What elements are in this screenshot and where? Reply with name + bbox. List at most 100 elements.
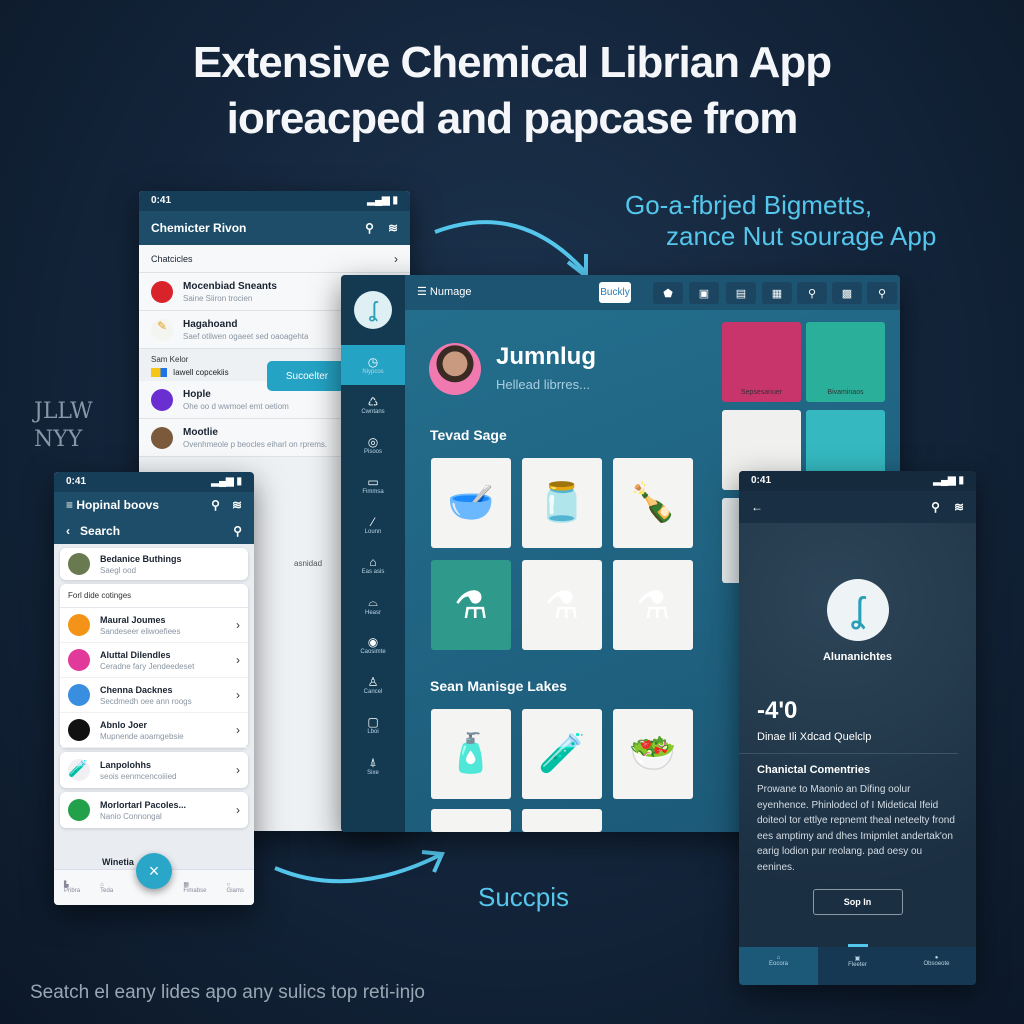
sidebar-item[interactable]: ♙ Cancel <box>341 665 405 705</box>
tooltip-button[interactable]: Sucoelter <box>267 361 347 391</box>
profile-sub: Hellead librres... <box>496 377 590 392</box>
list-item[interactable]: Chenna Dacknes Secdmedh oee ann roogs › <box>60 678 248 713</box>
phone-hopinal: 0:41 ▂▄▆ ▮ ≡ Hopinal boovs ⚲ ≋ ‹ Search ⚲ Be… <box>54 472 254 905</box>
tab[interactable]: ▙ Pribra <box>64 881 80 894</box>
sidebar-item[interactable]: ◎ Pisoos <box>341 425 405 465</box>
search-icon[interactable]: ⚲ <box>211 498 220 512</box>
arrow-top <box>434 220 587 274</box>
nav-icon: ⍋ <box>369 754 377 769</box>
nav-label: Sixe <box>367 769 379 776</box>
sidebar-item[interactable]: ⌂ Eas asis <box>341 545 405 585</box>
image-tile[interactable]: Bivaminaos <box>806 322 885 402</box>
list-item[interactable]: Bedanice Buthings Saegl ood <box>60 548 248 580</box>
nav-icon: ◉ <box>367 635 379 649</box>
list-item-partial[interactable]: Winetia <box>102 857 134 867</box>
folder-icon <box>151 368 167 377</box>
profile-name: Alunanichtes <box>822 651 893 663</box>
sidebar-item[interactable]: ◷ Niypcos <box>341 345 405 385</box>
tab[interactable]: ○ Giams <box>227 882 244 894</box>
tab-store[interactable]: ▣ Fleeter <box>818 947 897 985</box>
wifi-icon[interactable]: ≋ <box>388 221 398 235</box>
tab-profile[interactable]: ● Obsoeote <box>897 947 976 985</box>
status-time: 0:41 <box>66 476 87 487</box>
chevron-right-icon: › <box>236 688 240 702</box>
product-tile[interactable]: 🧴 <box>431 709 511 799</box>
list-item[interactable]: Morlortarl Pacoles... Nanio Connongal › <box>60 792 248 828</box>
search-icon[interactable]: ⚲ <box>797 282 827 304</box>
signal-icon: ▂▄▆ ▮ <box>367 195 398 206</box>
section-title: Tevad Sage <box>430 427 507 443</box>
nav-label: Eas asis <box>361 569 385 575</box>
chart-icon[interactable]: ▤ <box>726 282 756 304</box>
image-tile[interactable]: Sepsesanuer <box>722 322 801 402</box>
product-tile[interactable]: 🍾 <box>613 458 693 548</box>
sidebar-item[interactable]: ⁄ Lounn <box>341 505 405 545</box>
back-icon[interactable]: ← <box>751 500 763 514</box>
section-header[interactable]: Chatcicles › <box>139 245 410 273</box>
sidebar-item[interactable]: ♺ Cwntans <box>341 385 405 425</box>
tab-home[interactable]: ⌂ Eocora <box>739 947 818 985</box>
sidebar-item[interactable]: ⌓ Heasr <box>341 585 405 625</box>
sidebar-item[interactable]: ◉ Caosimte <box>341 625 405 665</box>
footer-text: Seatch el eany lides apo any sulics top … <box>30 982 426 1003</box>
calendar-icon[interactable]: ▣ <box>689 282 719 304</box>
nav-icon: ⌂ <box>369 555 377 569</box>
profile-avatar <box>429 343 481 395</box>
nav-icon: ♺ <box>367 395 379 409</box>
success-label: Succpis <box>478 882 570 912</box>
nav-icon: ◷ <box>367 355 379 369</box>
product-tile[interactable] <box>522 809 602 832</box>
top-button[interactable]: Buckly <box>599 282 631 303</box>
tab[interactable]: ▦ Fimabse <box>183 881 206 894</box>
nav-label: Fimmsa <box>362 489 384 495</box>
sidebar-item[interactable]: ▢ Lboi <box>341 705 405 745</box>
list-item[interactable]: Maural Joumes Sandeseer eliwoefiees › <box>60 608 248 643</box>
extra-label: asnidad <box>294 559 323 568</box>
product-tile[interactable] <box>431 809 511 832</box>
product-tile[interactable]: 🫙 <box>522 458 602 548</box>
list-item[interactable]: Aluttal Dilendles Ceradne fary Jendeedese… <box>60 643 248 678</box>
product-tile[interactable]: 🥗 <box>613 709 693 799</box>
nav-icon: ▭ <box>367 475 379 489</box>
avatar <box>68 649 90 671</box>
tab[interactable]: ⌂ Teda <box>100 882 113 894</box>
avatar <box>68 719 90 741</box>
list-group: Forl dide cotinges Maural Joumes Sandesee… <box>60 584 248 748</box>
search-bar[interactable]: ‹ Search ⚲ <box>54 518 254 544</box>
sidebar-item[interactable]: ▭ Fimmsa <box>341 465 405 505</box>
menu-title[interactable]: ☰ Numage <box>417 285 472 298</box>
wifi-icon[interactable]: ≋ <box>954 500 964 514</box>
search-icon[interactable]: ⚲ <box>365 221 374 235</box>
product-tile[interactable]: 🥣 <box>431 458 511 548</box>
search-icon: ⚲ <box>233 524 242 538</box>
list-item[interactable]: 🧪 Lanpolohhs seois eenmcencoiiied › <box>60 752 248 788</box>
wifi-icon[interactable]: ≋ <box>232 498 242 512</box>
stat-label: Dinae Ili Xdcad Quelclp <box>739 731 958 754</box>
list-item[interactable]: Abnlo Joer Mupnende aoamgebsie › <box>60 713 248 748</box>
sidebar: ʆ ◷ Niypcos ♺ Cwntans ◎ Pisoos ▭ Fimmsa ⁄ Lounn ⌂ E… <box>341 275 405 832</box>
section-title: Chanictal Comentries <box>757 764 871 776</box>
nav-label: Cancel <box>363 689 383 695</box>
search-icon[interactable]: ⚲ <box>867 282 897 304</box>
sign-in-button[interactable]: Sop In <box>812 889 903 915</box>
app-logo: ʆ <box>354 291 392 329</box>
chevron-right-icon: › <box>236 618 240 632</box>
image-icon[interactable]: ▦ <box>762 282 792 304</box>
sidebar-item[interactable]: ⍋ Sixe <box>341 745 405 785</box>
phone-detail: 0:41 ▂▄▆ ▮ ← ⚲ ≋ ʆ Alunanichtes -4'0 Dinae … <box>739 471 976 985</box>
product-tile[interactable]: ⚗ <box>613 560 693 650</box>
bag-icon[interactable]: ▩ <box>832 282 862 304</box>
nav-icon: ◎ <box>367 435 379 449</box>
product-tile[interactable]: 🧪 <box>522 709 602 799</box>
product-tile[interactable]: ⚗ <box>522 560 602 650</box>
app-title: Chemicter Rivon <box>151 221 247 235</box>
close-fab-button[interactable]: × <box>136 853 172 889</box>
nav-label: Niypcos <box>362 369 384 375</box>
search-icon[interactable]: ⚲ <box>931 500 940 514</box>
app-logo: ʆ <box>826 579 889 641</box>
signal-icon: ▂▄▆ ▮ <box>933 475 964 486</box>
nav-icon: ♙ <box>367 675 379 689</box>
product-tile[interactable]: ⚗ <box>431 560 511 650</box>
shield-icon[interactable]: ⬟ <box>653 282 683 304</box>
nav-icon: ⁄ <box>371 515 374 529</box>
